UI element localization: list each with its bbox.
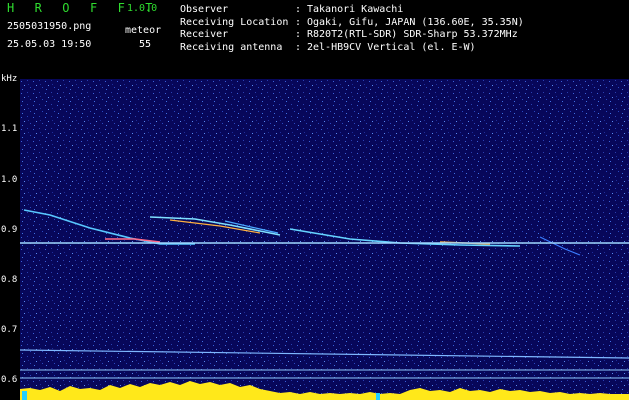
app-version: 1.0.0 [127,3,158,14]
y-tick-label: 0.6 [1,375,18,385]
activity-accent [376,393,380,400]
info-value: R820T2(RTL-SDR) SDR-Sharp 53.372MHz [307,29,518,40]
info-separator: : [295,16,308,28]
y-tick-label: 1.0 [1,175,18,185]
info-row-antenna: Receiving antenna: 2el-HB9CV Vertical (e… [180,42,524,55]
info-separator: : [295,4,308,15]
spectrogram [20,79,629,400]
info-value: 2el-HB9CV Vertical (el. E-W) [307,41,476,53]
header-panel: H R O F F T 1.0.0 2505031950.png 25.05.0… [0,0,629,80]
station-info: Observer: Takanori Kawachi Receiving Loc… [180,4,524,54]
info-separator: : [295,41,308,53]
info-value: Ogaki, Gifu, JAPAN (136.60E, 35.35N) [307,16,524,28]
file-name: 2505031950.png [7,21,92,32]
info-separator: : [295,29,308,40]
info-key: Observer [180,4,229,15]
info-row-receiver: Receiver: R820T2(RTL-SDR) SDR-Sharp 53.3… [180,29,524,42]
y-tick-label: 0.9 [1,225,18,235]
info-key: Receiving antenna [180,41,283,53]
info-row-location: Receiving Location: Ogaki, Gifu, JAPAN (… [180,17,524,30]
meteor-label: meteor [125,25,162,36]
timestamp: 25.05.03 19:50 [7,39,92,50]
y-tick-label: 0.7 [1,325,18,335]
meteor-count: 55 [139,39,152,50]
info-value: Takanori Kawachi [307,4,404,15]
y-tick-label: 1.1 [1,124,18,134]
activity-accent [22,391,27,400]
info-row-observer: Observer: Takanori Kawachi [180,4,524,17]
info-key: Receiver [180,29,229,40]
y-tick-label: 0.8 [1,275,18,285]
info-key: Receiving Location [180,16,289,28]
